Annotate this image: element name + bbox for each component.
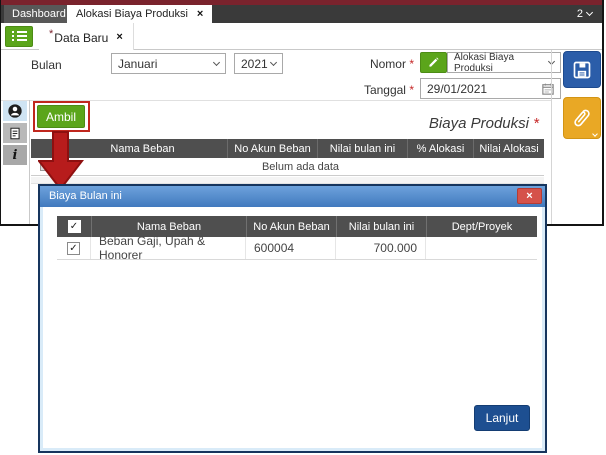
tanggal-input[interactable]: 29/01/2021: [420, 78, 561, 99]
cell-no-akun: 600004: [246, 237, 336, 259]
header-persen-alokasi[interactable]: % Alokasi: [407, 139, 473, 158]
required-marker: *: [533, 115, 539, 132]
menu-button[interactable]: [5, 26, 33, 47]
tab-label: Alokasi Biaya Produksi: [76, 5, 188, 23]
cell-dept-proyek: [426, 237, 537, 259]
cell-nilai: 700.000: [336, 237, 426, 259]
biaya-bulan-ini-modal: Biaya Bulan ini × ✓ Nama Beban No Akun B…: [38, 184, 547, 453]
required-marker: *: [409, 83, 414, 97]
info-icon: i: [13, 148, 18, 163]
chevron-down-icon: [270, 58, 277, 65]
calendar-icon[interactable]: [542, 83, 554, 95]
chevron-down-icon: [213, 58, 220, 65]
right-panel-divider: [551, 50, 552, 224]
bulan-label: Bulan: [31, 58, 62, 72]
header-nilai-alokasi[interactable]: Nilai Alokasi: [473, 139, 544, 158]
tanggal-label: Tanggal *: [331, 83, 414, 97]
row-checkbox-cell: ✓: [57, 237, 91, 259]
unsaved-marker: *: [49, 28, 53, 40]
modal-body: ✓ Nama Beban No Akun Beban Nilai bulan i…: [40, 207, 545, 451]
tab-close-icon[interactable]: ×: [197, 5, 203, 23]
notification-indicator[interactable]: 2: [577, 5, 592, 23]
doc-tab-close-icon[interactable]: ×: [116, 31, 122, 43]
attachment-button[interactable]: [563, 97, 601, 139]
screenshot-root: Dashboard Alokasi Biaya Produksi × 2 *Da…: [0, 0, 606, 455]
cell-nama-beban: Beban Gaji, Upah & Honorer: [91, 237, 246, 259]
tab-data-baru[interactable]: *Data Baru ×: [39, 23, 134, 50]
edit-nomor-button[interactable]: [420, 52, 447, 73]
empty-text: Belum ada data: [57, 158, 544, 175]
sidebar-tab-user[interactable]: [3, 101, 27, 121]
top-tab-bar: Dashboard Alokasi Biaya Produksi × 2: [1, 5, 602, 23]
biaya-bulan-ini-table: ✓ Nama Beban No Akun Beban Nilai bulan i…: [57, 216, 537, 260]
document-icon: [8, 126, 22, 141]
save-button[interactable]: [563, 51, 601, 88]
table-header-row: Nama Beban No Akun Beban Nilai bulan ini…: [31, 139, 544, 158]
tanggal-value: 29/01/2021: [427, 82, 542, 96]
tab-dashboard[interactable]: Dashboard: [4, 5, 74, 23]
chevron-down-icon: [592, 131, 598, 137]
tab-alokasi-biaya-produksi[interactable]: Alokasi Biaya Produksi ×: [67, 5, 212, 23]
chevron-down-icon: [586, 9, 593, 16]
header-no-akun-beban[interactable]: No Akun Beban: [246, 216, 336, 237]
sidebar-tab-info[interactable]: i: [3, 145, 27, 165]
annotation-arrow-down: [38, 131, 84, 191]
row-checkbox[interactable]: ✓: [67, 242, 80, 255]
nomor-select[interactable]: Alokasi Biaya Produksi: [447, 52, 561, 73]
notification-count: 2: [577, 5, 583, 23]
biaya-produksi-table: Nama Beban No Akun Beban Nilai bulan ini…: [31, 139, 544, 176]
document-tab-bar: *Data Baru ×: [1, 23, 602, 50]
select-all-checkbox[interactable]: ✓: [68, 220, 81, 233]
select-all-cell: ✓: [57, 216, 91, 237]
ambil-button[interactable]: Ambil: [37, 105, 85, 128]
bulan-select[interactable]: Januari: [111, 53, 226, 74]
lanjut-button[interactable]: Lanjut: [474, 405, 530, 431]
header-nilai-bulan-ini[interactable]: Nilai bulan ini: [336, 216, 426, 237]
nomor-label: Nomor *: [331, 57, 414, 71]
table-footer-strip: [31, 177, 544, 184]
section-title: Biaya Produksi *: [429, 115, 539, 132]
list-icon: [11, 31, 27, 41]
modal-close-button[interactable]: ×: [517, 188, 542, 204]
header-dept-proyek[interactable]: Dept/Proyek: [426, 216, 537, 237]
header-no-akun-beban[interactable]: No Akun Beban: [227, 139, 317, 158]
person-icon: [7, 103, 23, 119]
nomor-value: Alokasi Biaya Produksi: [454, 52, 549, 74]
header-nilai-bulan-ini[interactable]: Nilai bulan ini: [317, 139, 407, 158]
required-marker: *: [409, 57, 414, 71]
year-value: 2021: [241, 57, 271, 71]
paperclip-icon: [565, 101, 599, 135]
close-icon: ×: [526, 191, 532, 202]
year-select[interactable]: 2021: [234, 53, 283, 74]
table-row[interactable]: ✓ Beban Gaji, Upah & Honorer 600004 700.…: [57, 237, 537, 260]
empty-table-row: Belum ada data: [31, 158, 544, 176]
bulan-value: Januari: [118, 57, 214, 71]
left-strip-divider: [29, 100, 30, 224]
sidebar-tab-form[interactable]: [3, 123, 27, 143]
save-floppy-icon: [572, 60, 592, 80]
doc-tab-label: *Data Baru: [49, 28, 108, 45]
modal-title-bar[interactable]: Biaya Bulan ini: [40, 186, 545, 207]
pencil-icon: [427, 56, 440, 69]
